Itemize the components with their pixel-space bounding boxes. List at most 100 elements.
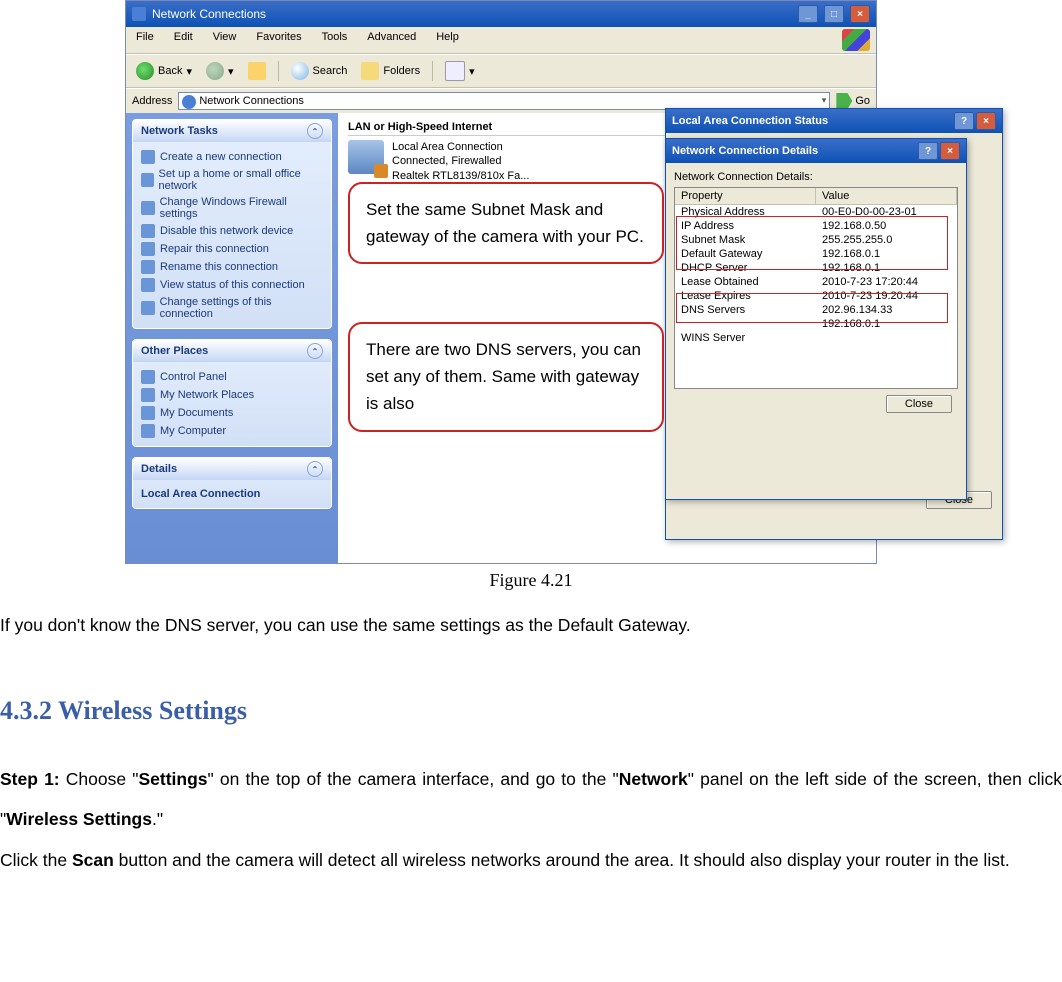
- place-icon: [141, 388, 155, 402]
- forward-icon: [206, 62, 224, 80]
- table-row: 192.168.0.1: [675, 317, 957, 331]
- go-button[interactable]: Go: [836, 93, 870, 109]
- task-item[interactable]: Repair this connection: [141, 240, 323, 258]
- task-icon: [141, 260, 155, 274]
- collapse-icon[interactable]: ⌃: [307, 461, 323, 477]
- table-row: Default Gateway192.168.0.1: [675, 247, 957, 261]
- details-panel: Details ⌃ Local Area Connection: [132, 457, 332, 509]
- connection-status: Connected, Firewalled: [392, 154, 529, 168]
- callout-dns: There are two DNS servers, you can set a…: [348, 322, 664, 432]
- task-item[interactable]: Create a new connection: [141, 148, 323, 166]
- panel-title: Other Places: [141, 345, 208, 357]
- task-item[interactable]: Set up a home or small office network: [141, 166, 323, 194]
- details-label: Network Connection Details:: [674, 171, 958, 183]
- help-button[interactable]: ?: [954, 112, 974, 130]
- back-icon: [136, 62, 154, 80]
- other-places-panel: Other Places ⌃ Control Panel My Network P…: [132, 339, 332, 447]
- menu-tools[interactable]: Tools: [318, 29, 352, 51]
- paragraph: Click the Scan button and the camera wil…: [0, 840, 1062, 880]
- task-icon: [141, 278, 155, 292]
- help-button[interactable]: ?: [918, 142, 938, 160]
- place-item[interactable]: My Computer: [141, 422, 323, 440]
- task-item[interactable]: Disable this network device: [141, 222, 323, 240]
- figure-caption: Figure 4.21: [0, 570, 1062, 591]
- task-item[interactable]: Change settings of this connection: [141, 294, 323, 322]
- panel-title: Details: [141, 463, 177, 475]
- menu-advanced[interactable]: Advanced: [363, 29, 420, 51]
- back-button[interactable]: Back ▾: [132, 60, 196, 82]
- table-row: Lease Expires2010-7-23 19:20:44: [675, 289, 957, 303]
- details-table: PropertyValue Physical Address00-E0-D0-0…: [674, 187, 958, 389]
- search-button[interactable]: Search: [287, 60, 352, 82]
- network-tasks-panel: Network Tasks⌃ Create a new connection S…: [132, 119, 332, 329]
- collapse-icon[interactable]: ⌃: [307, 123, 323, 139]
- task-icon: [141, 301, 155, 315]
- maximize-button[interactable]: □: [824, 5, 844, 23]
- forward-button[interactable]: ▾: [202, 60, 238, 82]
- place-icon: [141, 406, 155, 420]
- task-item[interactable]: View status of this connection: [141, 276, 323, 294]
- menu-view[interactable]: View: [209, 29, 241, 51]
- search-icon: [291, 62, 309, 80]
- task-icon: [141, 242, 155, 256]
- table-row: WINS Server: [675, 331, 957, 345]
- network-connections-window: Network Connections _ □ × File Edit View…: [125, 0, 877, 564]
- menu-file[interactable]: File: [132, 29, 158, 51]
- callout-subnet: Set the same Subnet Mask and gateway of …: [348, 182, 664, 264]
- close-button[interactable]: ×: [850, 5, 870, 23]
- section-heading: 4.3.2 Wireless Settings: [0, 681, 1062, 741]
- connection-name: Local Area Connection: [392, 140, 529, 154]
- dialog-title: Network Connection Details: [672, 145, 818, 157]
- task-icon: [141, 150, 155, 164]
- minimize-button[interactable]: _: [798, 5, 818, 23]
- views-icon: [445, 61, 465, 81]
- connection-details-dialog: Network Connection Details ?× Network Co…: [665, 138, 967, 500]
- menu-favorites[interactable]: Favorites: [252, 29, 305, 51]
- windows-logo-icon: [842, 29, 870, 51]
- table-row: IP Address192.168.0.50: [675, 219, 957, 233]
- window-titlebar: Network Connections _ □ ×: [126, 1, 876, 27]
- views-button[interactable]: ▾: [441, 59, 479, 83]
- connection-device: Realtek RTL8139/810x Fa...: [392, 169, 529, 183]
- close-icon[interactable]: ×: [976, 112, 996, 130]
- window-title: Network Connections: [152, 7, 266, 21]
- task-icon: [141, 224, 155, 238]
- close-icon[interactable]: ×: [940, 142, 960, 160]
- menu-help[interactable]: Help: [432, 29, 463, 51]
- paragraph: If you don't know the DNS server, you ca…: [0, 605, 1062, 645]
- separator: [278, 61, 279, 81]
- place-icon: [141, 424, 155, 438]
- up-button[interactable]: [244, 60, 270, 82]
- task-item[interactable]: Rename this connection: [141, 258, 323, 276]
- table-header: PropertyValue: [675, 188, 957, 205]
- place-item[interactable]: My Network Places: [141, 386, 323, 404]
- address-label: Address: [132, 95, 172, 107]
- table-row: Physical Address00-E0-D0-00-23-01: [675, 205, 957, 219]
- folders-icon: [361, 62, 379, 80]
- task-item[interactable]: Change Windows Firewall settings: [141, 194, 323, 222]
- place-icon: [141, 370, 155, 384]
- dropdown-icon[interactable]: ▾: [822, 95, 827, 106]
- toolbar: Back ▾ ▾ Search Folders ▾: [126, 54, 876, 88]
- details-text: Local Area Connection: [141, 486, 323, 502]
- go-icon: [836, 93, 852, 109]
- connection-icon: [348, 140, 384, 174]
- folders-button[interactable]: Folders: [357, 60, 424, 82]
- table-row: Lease Obtained2010-7-23 17:20:44: [675, 275, 957, 289]
- place-item[interactable]: My Documents: [141, 404, 323, 422]
- table-row: Subnet Mask255.255.255.0: [675, 233, 957, 247]
- close-button[interactable]: Close: [886, 395, 952, 413]
- task-icon: [141, 173, 154, 187]
- collapse-icon[interactable]: ⌃: [307, 343, 323, 359]
- menu-bar: File Edit View Favorites Tools Advanced …: [126, 27, 876, 54]
- separator: [432, 61, 433, 81]
- paragraph: Step 1: Choose "Settings" on the top of …: [0, 759, 1062, 840]
- table-row: DNS Servers202.96.134.33: [675, 303, 957, 317]
- table-row: DHCP Server192.168.0.1: [675, 261, 957, 275]
- sidebar: Network Tasks⌃ Create a new connection S…: [126, 113, 338, 563]
- dialog-title: Local Area Connection Status: [672, 115, 828, 127]
- task-icon: [141, 201, 155, 215]
- place-item[interactable]: Control Panel: [141, 368, 323, 386]
- menu-edit[interactable]: Edit: [170, 29, 197, 51]
- up-icon: [248, 62, 266, 80]
